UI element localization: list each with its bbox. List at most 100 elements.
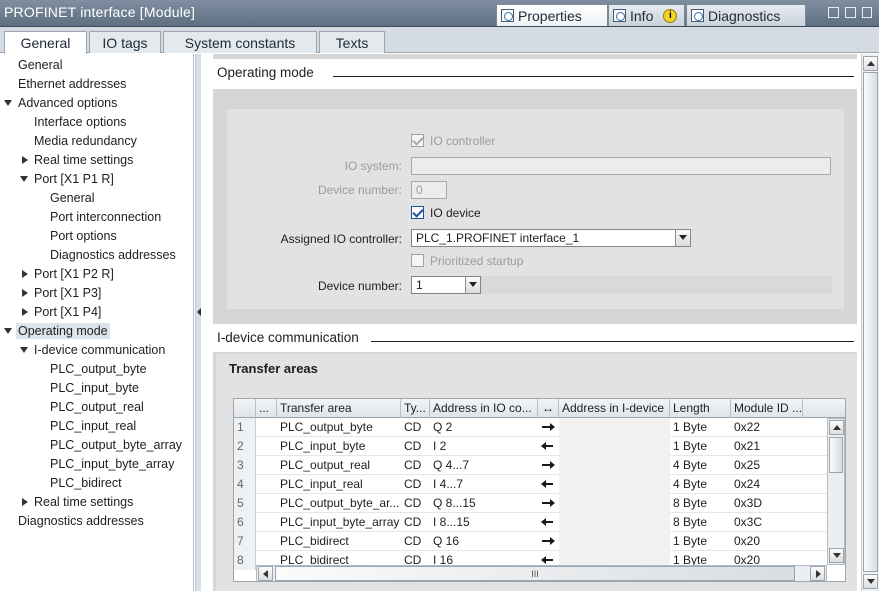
type-cell[interactable]: CD xyxy=(401,456,430,475)
panel-splitter[interactable] xyxy=(195,54,201,591)
maximize-window-icon[interactable] xyxy=(862,7,872,18)
direction-cell[interactable] xyxy=(538,456,559,475)
module-id-cell[interactable]: 0x25 xyxy=(731,456,803,475)
length-cell[interactable]: 8 Byte xyxy=(670,513,731,532)
scroll-down-icon[interactable] xyxy=(863,574,878,589)
table-row[interactable]: 4 PLC_input_real CD I 4...7 4 Byte 0x24 xyxy=(234,475,827,494)
collapsed-arrow-icon[interactable] xyxy=(22,498,28,506)
tree-item-plc-input-real[interactable]: PLC_input_real xyxy=(50,417,136,436)
tab-system-constants[interactable]: System constants xyxy=(163,31,317,53)
table-row[interactable]: 5 PLC_output_byte_ar... CD Q 8...15 8 Byte 0x… xyxy=(234,494,827,513)
idevice-address-cell[interactable] xyxy=(559,475,670,494)
direction-cell[interactable] xyxy=(538,437,559,456)
module-id-cell[interactable]: 0x24 xyxy=(731,475,803,494)
tree-item-plc-output-real[interactable]: PLC_output_real xyxy=(50,398,144,417)
transfer-area-cell[interactable]: PLC_input_real xyxy=(277,475,401,494)
tree-item-plc-output-byte[interactable]: PLC_output_byte xyxy=(50,360,147,379)
io-address-cell[interactable]: Q 8...15 xyxy=(430,494,538,513)
col-direction[interactable]: ↔ xyxy=(538,399,559,418)
tree-item-port-x1-p1-r[interactable]: Port [X1 P1 R] xyxy=(20,170,114,189)
tree-item-port-x1-p2-r[interactable]: Port [X1 P2 R] xyxy=(20,265,114,284)
transfer-area-cell[interactable]: PLC_bidirect xyxy=(277,532,401,551)
scroll-right-icon[interactable] xyxy=(810,566,825,581)
row-menu-cell[interactable] xyxy=(256,456,277,475)
table-horizontal-scrollbar[interactable]: III xyxy=(256,565,827,581)
tab-info[interactable]: Info i xyxy=(608,4,685,26)
restore-window-icon[interactable] xyxy=(828,7,839,18)
scroll-up-icon[interactable] xyxy=(829,420,844,435)
io-address-cell[interactable]: I 2 xyxy=(430,437,538,456)
idevice-address-cell[interactable] xyxy=(559,513,670,532)
row-menu-cell[interactable] xyxy=(256,475,277,494)
tab-properties[interactable]: Properties xyxy=(496,4,608,26)
io-address-cell[interactable]: Q 2 xyxy=(430,418,538,437)
idevice-address-cell[interactable] xyxy=(559,532,670,551)
length-cell[interactable]: 4 Byte xyxy=(670,456,731,475)
direction-cell[interactable] xyxy=(538,532,559,551)
tree-item-operating-mode[interactable]: Operating mode xyxy=(4,322,110,341)
type-cell[interactable]: CD xyxy=(401,513,430,532)
collapsed-arrow-icon[interactable] xyxy=(22,308,28,316)
col-module-id[interactable]: Module ID ... xyxy=(731,399,803,418)
tree-item-interface-options[interactable]: Interface options xyxy=(34,113,126,132)
col-length[interactable]: Length xyxy=(670,399,731,418)
tree-item-general[interactable]: General xyxy=(18,56,62,75)
transfer-area-cell[interactable]: PLC_input_byte xyxy=(277,437,401,456)
tree-item-plc-bidirect[interactable]: PLC_bidirect xyxy=(50,474,122,493)
col-type[interactable]: Ty... xyxy=(401,399,430,418)
table-row[interactable]: 2 PLC_input_byte CD I 2 1 Byte 0x21 xyxy=(234,437,827,456)
tree-item-diagnostics-addresses[interactable]: Diagnostics addresses xyxy=(18,512,144,531)
row-menu-cell[interactable] xyxy=(256,437,277,456)
dropdown-arrow-icon[interactable] xyxy=(675,230,690,246)
tree-item-media-redundancy[interactable]: Media redundancy xyxy=(34,132,137,151)
row-menu-cell[interactable] xyxy=(256,513,277,532)
scroll-thumb[interactable] xyxy=(829,437,843,473)
module-id-cell[interactable]: 0x21 xyxy=(731,437,803,456)
io-address-cell[interactable]: Q 4...7 xyxy=(430,456,538,475)
io-address-cell[interactable]: I 4...7 xyxy=(430,475,538,494)
scroll-up-icon[interactable] xyxy=(863,56,878,71)
tab-general[interactable]: General xyxy=(4,31,87,54)
row-menu-cell[interactable] xyxy=(256,532,277,551)
col-menu[interactable]: ... xyxy=(256,399,277,418)
tab-diagnostics[interactable]: Diagnostics xyxy=(686,4,806,26)
length-cell[interactable]: 4 Byte xyxy=(670,475,731,494)
transfer-area-cell[interactable]: PLC_output_byte_ar... xyxy=(277,494,401,513)
collapsed-arrow-icon[interactable] xyxy=(22,289,28,297)
idevice-address-cell[interactable] xyxy=(559,418,670,437)
idevice-address-cell[interactable] xyxy=(559,494,670,513)
col-address-io-controller[interactable]: Address in IO co... xyxy=(430,399,538,418)
tree-item-plc-input-byte[interactable]: PLC_input_byte xyxy=(50,379,139,398)
device-number-top-field[interactable]: 0 xyxy=(411,181,447,199)
direction-cell[interactable] xyxy=(538,513,559,532)
io-device-checkbox[interactable] xyxy=(411,206,424,219)
collapsed-arrow-icon[interactable] xyxy=(22,270,28,278)
collapse-panel-icon[interactable] xyxy=(197,308,201,316)
scroll-left-icon[interactable] xyxy=(258,566,273,581)
col-address-idevice[interactable]: Address in I-device xyxy=(559,399,670,418)
type-cell[interactable]: CD xyxy=(401,532,430,551)
tree-item-port-general[interactable]: General xyxy=(50,189,94,208)
tree-item-port-diagnostics-addresses[interactable]: Diagnostics addresses xyxy=(50,246,176,265)
direction-cell[interactable] xyxy=(538,475,559,494)
type-cell[interactable]: CD xyxy=(401,494,430,513)
col-transfer-area[interactable]: Transfer area xyxy=(277,399,401,418)
table-vertical-scrollbar[interactable] xyxy=(827,418,845,565)
length-cell[interactable]: 8 Byte xyxy=(670,494,731,513)
prioritized-startup-checkbox[interactable] xyxy=(411,254,424,267)
module-id-cell[interactable]: 0x20 xyxy=(731,532,803,551)
device-number-dropdown[interactable]: 1 xyxy=(411,276,481,294)
expanded-arrow-icon[interactable] xyxy=(20,347,28,353)
type-cell[interactable]: CD xyxy=(401,475,430,494)
direction-cell[interactable] xyxy=(538,494,559,513)
type-cell[interactable]: CD xyxy=(401,437,430,456)
module-id-cell[interactable]: 0x3C xyxy=(731,513,803,532)
transfer-area-cell[interactable]: PLC_output_real xyxy=(277,456,401,475)
module-id-cell[interactable]: 0x3D xyxy=(731,494,803,513)
collapsed-arrow-icon[interactable] xyxy=(22,156,28,164)
table-row[interactable]: 7 PLC_bidirect CD Q 16 1 Byte 0x20 xyxy=(234,532,827,551)
tree-item-plc-input-byte-array[interactable]: PLC_input_byte_array xyxy=(50,455,174,474)
tab-texts[interactable]: Texts xyxy=(319,31,385,53)
tree-item-ethernet-addresses[interactable]: Ethernet addresses xyxy=(18,75,126,94)
row-menu-cell[interactable] xyxy=(256,494,277,513)
